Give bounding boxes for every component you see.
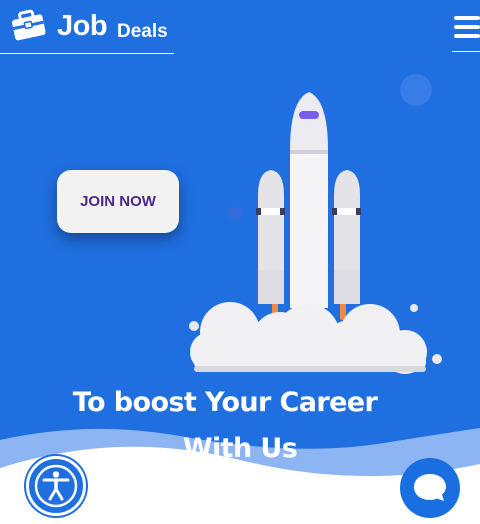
- rocket-launch-illustration: [189, 74, 442, 374]
- chat-bubble-icon: [414, 474, 446, 501]
- join-now-button[interactable]: JOIN NOW: [57, 170, 179, 233]
- accessibility-button[interactable]: [26, 456, 86, 516]
- site-header: Job Deals: [0, 0, 480, 54]
- accessibility-icon: [34, 464, 78, 508]
- brand-logo[interactable]: Job Deals: [0, 0, 174, 54]
- headline-line-1: To boost Your Career: [72, 387, 378, 418]
- chat-button[interactable]: [400, 458, 460, 518]
- brand-name-secondary: Deals: [117, 21, 168, 42]
- briefcase-icon: [12, 9, 46, 41]
- brand-name-primary: Job: [57, 10, 108, 42]
- hamburger-menu-icon[interactable]: [452, 12, 480, 52]
